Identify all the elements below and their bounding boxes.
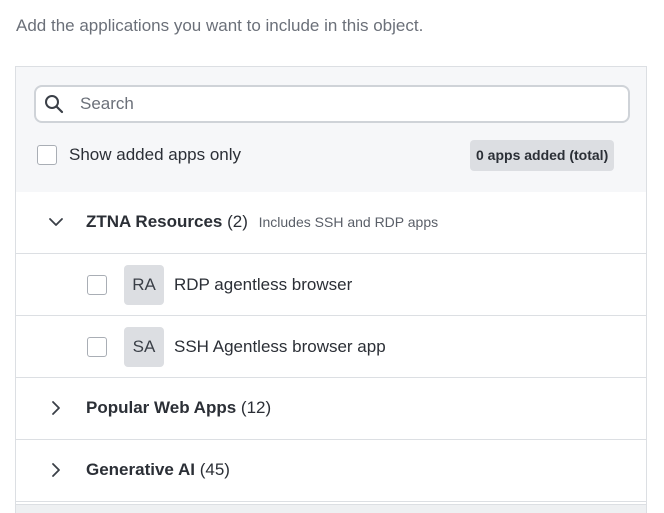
- search-input[interactable]: [80, 87, 620, 121]
- group-row-popular-web-apps[interactable]: Popular Web Apps (12): [16, 378, 646, 440]
- app-avatar: SA: [124, 327, 164, 367]
- app-selector-panel: Show added apps only 0 apps added (total…: [15, 66, 647, 513]
- app-row-rdp-agentless-browser[interactable]: RA RDP agentless browser: [16, 254, 646, 316]
- chevron-down-icon[interactable]: [46, 212, 66, 232]
- show-added-checkbox[interactable]: [37, 145, 57, 165]
- group-description: Includes SSH and RDP apps: [258, 214, 439, 230]
- chevron-right-icon[interactable]: [46, 460, 66, 480]
- group-row-generative-ai[interactable]: Generative AI (45): [16, 440, 646, 502]
- group-count: (2): [227, 212, 248, 231]
- group-title: ZTNA Resources (2) Includes SSH and RDP …: [86, 212, 438, 232]
- panel-header: Show added apps only 0 apps added (total…: [16, 67, 646, 193]
- intro-text: Add the applications you want to include…: [16, 16, 424, 35]
- group-name: Generative AI: [86, 460, 195, 479]
- app-checkbox[interactable]: [87, 337, 107, 357]
- show-added-label: Show added apps only: [69, 145, 242, 164]
- chevron-right-icon[interactable]: [46, 398, 66, 418]
- search-icon: [45, 95, 64, 114]
- group-title: Popular Web Apps (12): [86, 398, 271, 418]
- group-name: ZTNA Resources: [86, 212, 223, 231]
- app-name: SSH Agentless browser app: [174, 337, 386, 356]
- group-count: (12): [240, 398, 272, 417]
- app-checkbox[interactable]: [87, 275, 107, 295]
- group-count: (45): [199, 460, 230, 479]
- group-row-ztna-resources[interactable]: ZTNA Resources (2) Includes SSH and RDP …: [16, 192, 646, 254]
- app-name: RDP agentless browser: [174, 275, 353, 294]
- panel-footer-edge: [16, 504, 646, 513]
- apps-added-badge: 0 apps added (total): [470, 140, 615, 171]
- app-row-ssh-agentless-browser-app[interactable]: SA SSH Agentless browser app: [16, 316, 646, 378]
- group-title: Generative AI (45): [86, 460, 230, 480]
- group-name: Popular Web Apps: [86, 398, 237, 417]
- search-box[interactable]: [34, 85, 630, 123]
- app-avatar: RA: [124, 265, 164, 305]
